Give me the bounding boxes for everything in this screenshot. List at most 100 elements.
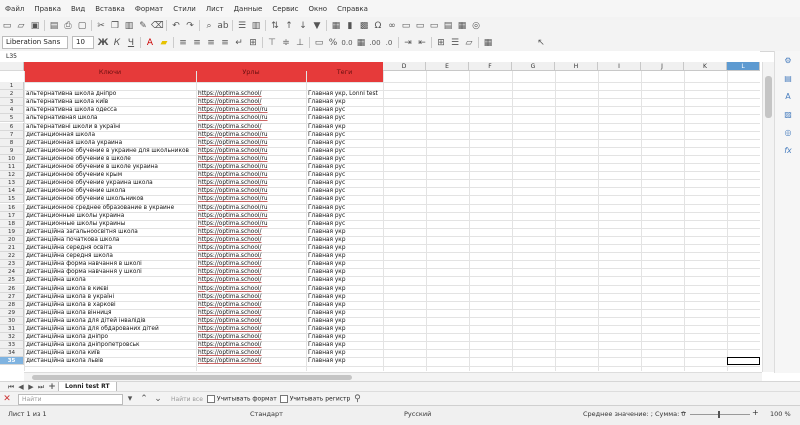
name-box[interactable]: L35 <box>2 51 26 62</box>
new-document-icon[interactable]: ▭ <box>1 20 13 32</box>
chart-icon[interactable]: ▮ <box>344 20 356 32</box>
clear-formatting-icon[interactable]: ⌫ <box>151 20 164 32</box>
row-header[interactable]: 33 <box>0 341 24 350</box>
url-cell[interactable]: https://optima.school/ <box>198 301 305 309</box>
url-cell[interactable]: https://optima.school/ru <box>198 195 305 203</box>
url-cell[interactable]: https://optima.school/ <box>198 325 305 333</box>
comment-icon[interactable]: ▭ <box>400 20 412 32</box>
tag-cell[interactable]: Главная рус <box>308 155 382 163</box>
row-header[interactable]: 32 <box>0 333 24 342</box>
column-header[interactable]: L <box>727 62 760 71</box>
styles-icon[interactable]: A <box>782 91 794 103</box>
row-header[interactable]: 4 <box>0 106 24 115</box>
define-print-area-icon[interactable]: ▭ <box>428 20 440 32</box>
menu-item[interactable]: Файл <box>0 5 29 13</box>
currency-format-icon[interactable]: ▭ <box>313 37 325 49</box>
tag-cell[interactable]: Главная рус <box>308 195 382 203</box>
url-cell[interactable]: https://optima.school/ <box>198 90 305 98</box>
menu-item[interactable]: Правка <box>29 5 66 13</box>
save-icon[interactable]: ▣ <box>29 20 41 32</box>
tag-cell[interactable]: Главная рус <box>308 179 382 187</box>
url-cell[interactable]: https://optima.school/ <box>198 349 305 357</box>
menu-item[interactable]: Лист <box>201 5 229 13</box>
match-case-checkbox[interactable]: Учитывать регистр <box>279 395 350 403</box>
navigator-icon[interactable]: ◎ <box>782 127 794 139</box>
row-header[interactable]: 10 <box>0 154 24 163</box>
keyword-cell[interactable]: дистанційна школа вінниця <box>26 309 195 317</box>
url-cell[interactable]: https://optima.school/ru <box>198 155 305 163</box>
bold-icon[interactable]: Ж <box>97 37 109 49</box>
paste-icon[interactable]: ▥ <box>123 20 135 32</box>
font-color-icon[interactable]: A <box>144 37 156 49</box>
clone-formatting-icon[interactable]: ✎ <box>137 20 149 32</box>
keyword-cell[interactable]: дистанционное обучение крым <box>26 171 195 179</box>
column-header[interactable]: K <box>684 62 727 71</box>
row-header[interactable]: 9 <box>0 146 24 155</box>
tag-cell[interactable]: Главная рус <box>308 220 382 228</box>
print-preview-icon[interactable]: ▢ <box>76 20 88 32</box>
url-cell[interactable]: https://optima.school/ <box>198 244 305 252</box>
keyword-cell[interactable]: дистанційна школа <box>26 276 195 284</box>
find-dropdown-icon[interactable]: ▾ <box>124 393 136 405</box>
zoom-slider[interactable] <box>690 414 750 415</box>
url-cell[interactable]: https://optima.school/ <box>198 236 305 244</box>
menu-item[interactable]: Справка <box>332 5 373 13</box>
url-cell[interactable]: https://optima.school/ <box>198 285 305 293</box>
zoom-level[interactable]: 100 % <box>770 410 791 418</box>
tag-cell[interactable]: Главная укр <box>308 357 382 365</box>
url-cell[interactable]: https://optima.school/ru <box>198 171 305 179</box>
row-header[interactable]: 21 <box>0 244 24 253</box>
keyword-cell[interactable]: дистанционная школа <box>26 131 195 139</box>
align-middle-icon[interactable]: ≑ <box>280 37 292 49</box>
italic-icon[interactable]: К <box>111 37 123 49</box>
url-cell[interactable]: https://optima.school/ <box>198 276 305 284</box>
url-cell[interactable]: https://optima.school/ru <box>198 106 305 114</box>
row-header[interactable]: 24 <box>0 268 24 277</box>
url-cell[interactable]: https://optima.school/ru <box>198 114 305 122</box>
font-name-box[interactable]: Liberation Sans <box>2 36 68 49</box>
tag-cell[interactable]: Главная укр <box>308 341 382 349</box>
row-header[interactable]: 22 <box>0 252 24 261</box>
zoom-in-icon[interactable]: + <box>752 408 759 417</box>
tag-cell[interactable]: Главная рус <box>308 106 382 114</box>
keyword-cell[interactable]: дистанционное обучение школьников <box>26 195 195 203</box>
active-cell[interactable] <box>727 357 760 366</box>
delete-decimal-icon[interactable]: .0 <box>383 37 395 49</box>
zoom-out-icon[interactable]: − <box>680 408 687 417</box>
row-header[interactable]: 1 <box>0 82 24 91</box>
tag-cell[interactable]: Главная укр <box>308 236 382 244</box>
header-tags[interactable]: Теги <box>306 62 383 82</box>
number-format-icon[interactable]: 0.0 <box>341 37 353 49</box>
row-header[interactable]: 16 <box>0 203 24 212</box>
keyword-cell[interactable]: дистанционные школы украина <box>26 212 195 220</box>
pivot-table-icon[interactable]: ▩ <box>358 20 370 32</box>
row-header[interactable]: 35 <box>0 357 24 366</box>
row-header[interactable]: 19 <box>0 227 24 236</box>
tag-cell[interactable]: Главная укр <box>308 276 382 284</box>
split-window-icon[interactable]: ▦ <box>456 20 468 32</box>
tag-cell[interactable]: Главная укр <box>308 301 382 309</box>
url-cell[interactable]: https://optima.school/ru <box>198 220 305 228</box>
open-folder-icon[interactable]: ▱ <box>15 20 27 32</box>
tag-cell[interactable]: Главная укр, Lonni test <box>308 90 382 98</box>
row-header[interactable]: 34 <box>0 349 24 358</box>
tag-cell[interactable]: Главная укр <box>308 309 382 317</box>
column-header[interactable]: J <box>641 62 684 71</box>
menu-item[interactable]: Вид <box>66 5 90 13</box>
tag-cell[interactable]: Главная укр <box>308 98 382 106</box>
borders-icon[interactable]: ⊞ <box>435 37 447 49</box>
tag-cell[interactable]: Главная рус <box>308 187 382 195</box>
align-center-icon[interactable]: ≡ <box>191 37 203 49</box>
tag-cell[interactable]: Главная укр <box>308 244 382 252</box>
freeze-rows-icon[interactable]: ▤ <box>442 20 454 32</box>
tag-cell[interactable]: Главная укр <box>308 325 382 333</box>
close-find-icon[interactable]: ✕ <box>1 393 13 405</box>
redo-icon[interactable]: ↷ <box>184 20 196 32</box>
url-cell[interactable]: https://optima.school/ <box>198 228 305 236</box>
image-icon[interactable]: ▦ <box>330 20 342 32</box>
url-cell[interactable]: https://optima.school/ru <box>198 139 305 147</box>
tag-cell[interactable]: Главная рус <box>308 171 382 179</box>
merge-cells-icon[interactable]: ⊞ <box>247 37 259 49</box>
keyword-cell[interactable]: дистанційна школа дніпропетровськ <box>26 341 195 349</box>
tag-cell[interactable]: Главная укр <box>308 228 382 236</box>
